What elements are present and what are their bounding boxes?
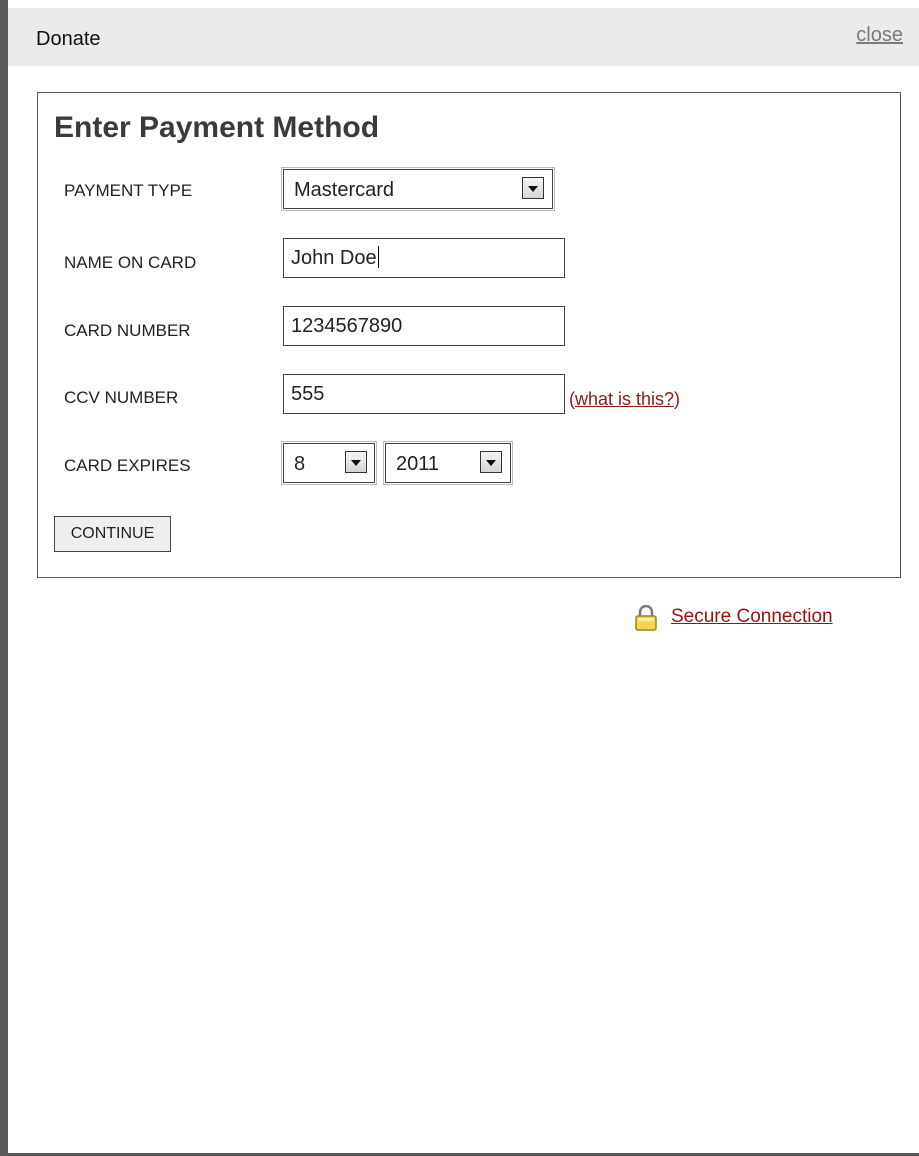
ccv-help: (what is this?) (569, 389, 680, 410)
expiry-month-select[interactable]: 8 (281, 441, 377, 485)
name-on-card-label: NAME ON CARD (64, 253, 197, 272)
continue-button[interactable]: CONTINUE (54, 516, 171, 552)
secure-connection-link[interactable]: Secure Connection (671, 606, 833, 628)
window-left-border (0, 0, 8, 1156)
text-cursor (377, 246, 379, 268)
card-number-field[interactable]: 1234567890 (283, 306, 565, 346)
form-heading: Enter Payment Method (54, 111, 380, 144)
name-on-card-value: John Doe (291, 247, 377, 269)
dialog-titlebar: Donate close (8, 8, 919, 66)
payment-type-select[interactable]: Mastercard (281, 167, 555, 211)
payment-form-panel: Enter Payment Method PAYMENT TYPE Master… (37, 92, 901, 578)
ccv-number-field[interactable]: 555 (283, 374, 565, 414)
expiry-year-select[interactable]: 2011 (383, 441, 513, 485)
dialog-title: Donate (36, 28, 101, 50)
lock-icon (635, 605, 657, 631)
ccv-help-close: ) (674, 389, 681, 409)
card-expires-label: CARD EXPIRES (64, 456, 191, 475)
payment-type-label: PAYMENT TYPE (64, 181, 193, 200)
expiry-month-value: 8 (294, 453, 306, 475)
ccv-number-label: CCV NUMBER (64, 388, 179, 407)
card-number-label: CARD NUMBER (64, 321, 191, 340)
close-link[interactable]: close (856, 24, 903, 47)
name-on-card-field[interactable]: John Doe (283, 238, 565, 278)
chevron-down-icon[interactable] (345, 451, 367, 473)
what-is-this-link[interactable]: what is this? (575, 389, 674, 409)
chevron-down-icon[interactable] (480, 451, 502, 473)
chevron-down-icon[interactable] (522, 177, 544, 199)
payment-type-value: Mastercard (294, 179, 395, 201)
expiry-year-value: 2011 (396, 453, 440, 475)
